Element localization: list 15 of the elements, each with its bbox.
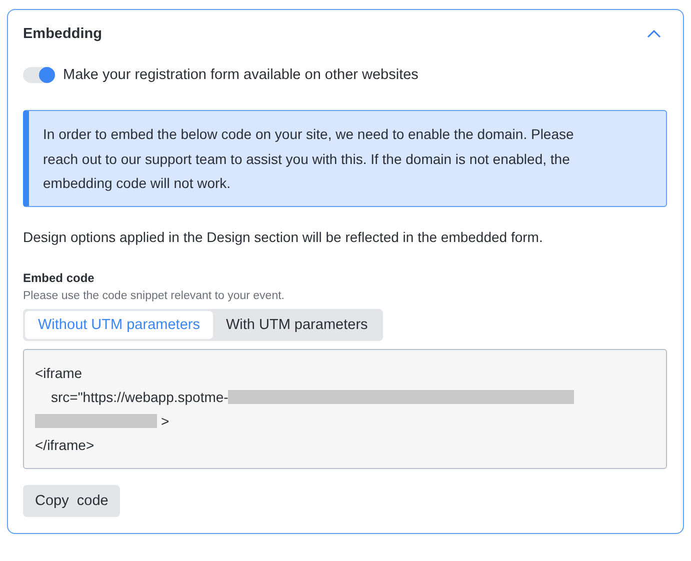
- copy-code-button[interactable]: Copy code: [23, 484, 120, 516]
- code-line: src="https://webapp.spotme-: [51, 388, 228, 407]
- tab[interactable]: Without UTM parameters: [25, 310, 213, 338]
- design-note: Design options applied in the Design section will be reflected in the embedded form.: [23, 228, 544, 244]
- embed-code-hint: Please use the code snippet relevant to your event.: [23, 290, 286, 302]
- code-line: <iframe: [35, 364, 82, 382]
- embed-code-label: Embed code: [23, 270, 96, 284]
- section-title: Embedding: [23, 26, 102, 42]
- toggle-switch[interactable]: [23, 67, 55, 83]
- info-notice: In order to embed the below code on your site, we need to enable the domain. Please reach out to our support team to assist you with this. If the domain is not enabled, the embedding code will not work.: [23, 110, 667, 206]
- tab[interactable]: With UTM parameters: [212, 310, 381, 338]
- code-line: </iframe>: [35, 436, 94, 454]
- code-line: >: [161, 412, 170, 430]
- chevron-up-icon[interactable]: [647, 30, 661, 38]
- toggle-label: Make your registration form available on other websites: [63, 67, 418, 83]
